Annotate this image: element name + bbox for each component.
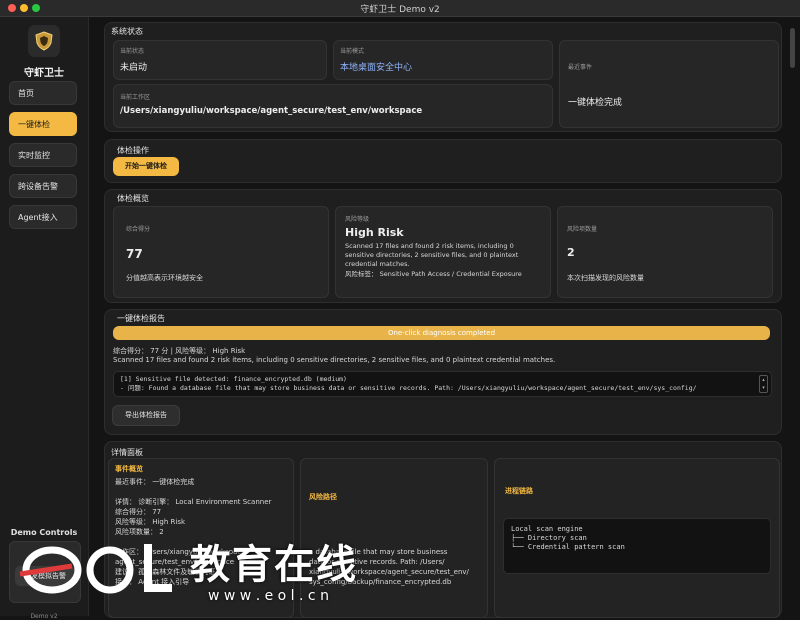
risk-path-title: 风险路径: [309, 493, 337, 501]
window-title: 守虾卫士 Demo v2: [360, 5, 440, 15]
sidebar-item-home[interactable]: 首页: [9, 81, 77, 105]
sidebar: 守虾卫士 首页 一键体检 实时监控 跨设备告警 Agent接入 Demo Con…: [0, 17, 89, 620]
current-mode-label: 当前模式: [340, 48, 365, 55]
system-status-title: 系统状态: [111, 27, 143, 36]
title-bar: 守虾卫士 Demo v2: [0, 0, 800, 17]
eol-logo-icon: [19, 544, 172, 594]
recent-event-value: 一键体检完成: [568, 98, 623, 108]
event-overview-line: 综合得分： 77: [115, 508, 162, 516]
event-overview-title: 事件概览: [115, 465, 143, 473]
system-status-panel: 系统状态 当前状态 未启动 当前模式 本地桌面安全中心 最近事件 一键体检完成 …: [104, 22, 782, 132]
risk-level-description: Scanned 17 files and found 2 risk items,…: [345, 242, 519, 268]
watermark-brand: 教育在线: [190, 542, 358, 588]
start-checkup-button[interactable]: 开始一键体检: [113, 157, 179, 176]
export-report-button[interactable]: 导出体检报告: [112, 405, 180, 426]
process-chain-card: 进程链路 Local scan engine ├── Directory scan…: [494, 458, 780, 618]
report-detail: Scanned 17 files and found 2 risk items,…: [113, 356, 556, 364]
checkup-overview-title: 体检概览: [117, 194, 149, 203]
workdir-value: /Users/xiangyuliu/workspace/agent_secure…: [120, 106, 423, 116]
score-label: 综合得分: [126, 226, 151, 233]
sidebar-item-cross-device-alert[interactable]: 跨设备告警: [9, 174, 77, 198]
workdir-label: 当前工作区: [120, 94, 151, 101]
score-card: 综合得分 77 分值越高表示环境越安全: [113, 206, 329, 298]
score-description: 分值越高表示环境越安全: [126, 274, 203, 282]
checkup-report-title: 一键体检报告: [117, 314, 165, 323]
log-scroll-stepper[interactable]: ▴ ▾: [759, 375, 768, 393]
risk-count-card: 风险项数量 2 本次扫描发现的风险数量: [557, 206, 773, 298]
score-value: 77: [126, 247, 143, 261]
workdir-card: 当前工作区 /Users/xiangyuliu/workspace/agent_…: [113, 84, 553, 128]
process-chain-line: ├── Directory scan: [511, 534, 587, 542]
risk-level-card: 风险等级 High Risk Scanned 17 files and foun…: [335, 206, 551, 298]
report-log-line-1: [1] Sensitive file detected: finance_enc…: [120, 375, 347, 383]
current-state-card: 当前状态 未启动: [113, 40, 327, 80]
current-mode-value: 本地桌面安全中心: [340, 63, 413, 73]
current-mode-card: 当前模式 本地桌面安全中心: [333, 40, 553, 80]
shield-logo-icon: [28, 25, 60, 57]
details-panel-title: 详情面板: [111, 448, 143, 457]
risk-level-label: 风险等级: [345, 216, 370, 223]
risk-tags: 风险标签： Sensitive Path Access / Credential…: [345, 270, 522, 278]
demo-version: Demo v2: [30, 613, 58, 620]
sidebar-item-checkup[interactable]: 一键体检: [9, 112, 77, 136]
window-scrollbar[interactable]: [790, 28, 795, 68]
process-chain-line: └── Credential pattern scan: [511, 543, 625, 551]
event-overview-line: 详情： 诊断引擎： Local Environment Scanner: [115, 498, 272, 506]
app-name: 守虾卫士: [24, 68, 64, 79]
checkup-overview-panel: 体检概览 综合得分 77 分值越高表示环境越安全 风险等级 High Risk …: [104, 189, 782, 303]
risk-count-value: 2: [567, 246, 575, 259]
risk-count-label: 风险项数量: [567, 226, 598, 233]
process-chain-lines: Local scan engine ├── Directory scan └── C…: [511, 525, 625, 552]
event-overview-line: 最近事件： 一键体检完成: [115, 478, 195, 486]
watermark-url: w w w . e o l . c n: [208, 588, 329, 604]
event-overview-line: 风险等级： High Risk: [115, 518, 186, 526]
report-log-console: [1] Sensitive file detected: finance_enc…: [113, 371, 772, 397]
recent-event-card: 最近事件 一键体检完成: [559, 40, 779, 128]
progress-bar: One-click diagnosis completed: [113, 326, 770, 340]
process-chain-line: Local scan engine: [511, 525, 583, 533]
report-log-line-2: - 问题: Found a database file that may sto…: [120, 384, 697, 392]
checkup-ops-panel: 体检操作 开始一键体检: [104, 139, 782, 183]
current-state-label: 当前状态: [120, 48, 145, 55]
eol-watermark: 教育在线 w w w . e o l . c n: [12, 536, 432, 608]
event-overview-line: [115, 487, 289, 497]
risk-level-value: High Risk: [345, 226, 404, 239]
checkup-ops-title: 体检操作: [117, 146, 149, 155]
process-chain-console: Local scan engine ├── Directory scan └── C…: [503, 518, 771, 574]
process-chain-title: 进程链路: [505, 487, 533, 495]
sidebar-item-monitor[interactable]: 实时监控: [9, 143, 77, 167]
recent-event-label: 最近事件: [568, 64, 593, 71]
sidebar-item-agent-access[interactable]: Agent接入: [9, 205, 77, 229]
risk-count-description: 本次扫描发现的风险数量: [567, 274, 644, 282]
current-state-value: 未启动: [120, 63, 148, 73]
